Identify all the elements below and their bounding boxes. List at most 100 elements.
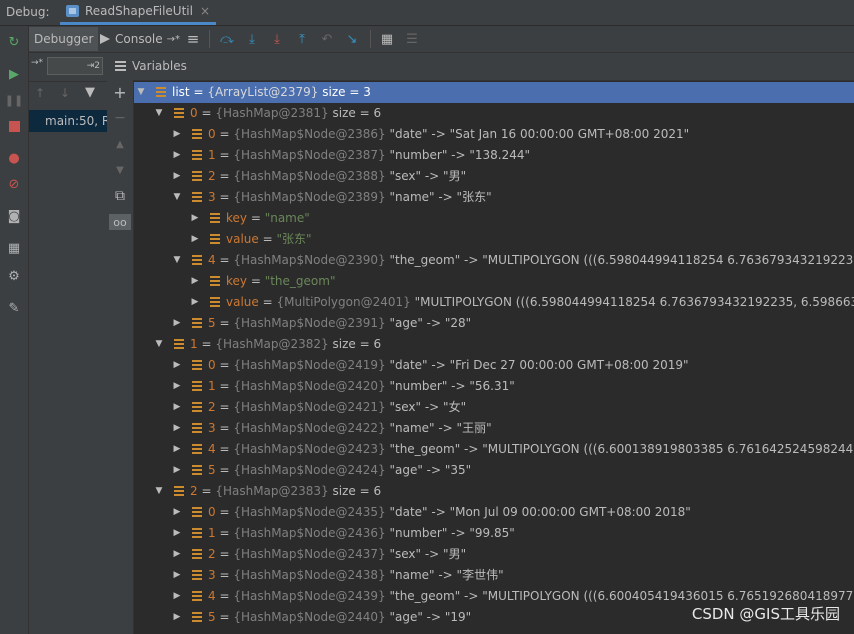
collapse-arrow-icon[interactable]: ▼	[172, 250, 182, 271]
rerun-icon[interactable]: ↻	[6, 34, 22, 50]
frame-item-main[interactable]: main:50, Re	[29, 110, 107, 132]
watches-glasses-icon[interactable]: oo	[109, 214, 131, 230]
expand-arrow-icon[interactable]: ▶	[172, 565, 182, 586]
show-execution-point-icon[interactable]: ≡	[185, 30, 201, 48]
expand-arrow-icon[interactable]: ▶	[172, 397, 182, 418]
equals-sign: =	[197, 106, 216, 120]
object-ref: {HashMap@2383}	[215, 484, 329, 498]
add-watch-icon[interactable]: +	[112, 83, 128, 102]
run-to-cursor-icon[interactable]: ↘	[344, 31, 360, 47]
step-out-icon[interactable]: ⤒	[294, 31, 310, 47]
tree-row[interactable]: ▶ 2 = {HashMap$Node@2437} "sex" -> "男"	[134, 544, 854, 565]
arrow-up-icon[interactable]: ↑	[35, 86, 45, 100]
collapse-arrow-icon[interactable]: ▼	[154, 103, 164, 124]
tree-row[interactable]: ▼ 4 = {HashMap$Node@2390} "the_geom" -> "…	[134, 250, 854, 271]
tree-row[interactable]: ▶ 5 = {HashMap$Node@2424} "age" -> "35"	[134, 460, 854, 481]
collapse-arrow-icon[interactable]: ▼	[154, 481, 164, 502]
stop-icon[interactable]	[6, 118, 22, 134]
string-value: "张东"	[276, 232, 312, 246]
step-into-icon[interactable]: ⤓	[244, 31, 260, 47]
tree-row[interactable]: ▶ 2 = {HashMap$Node@2388} "sex" -> "男"	[134, 166, 854, 187]
collapse-arrow-icon[interactable]: ▼	[136, 82, 146, 103]
value-text: "sex" -> "男"	[385, 547, 467, 561]
tree-row[interactable]: ▶ 1 = {HashMap$Node@2420} "number" -> "56…	[134, 376, 854, 397]
tab-read-shape-file-util[interactable]: ReadShapeFileUtil ×	[60, 0, 217, 25]
tab-console-label: Console	[115, 32, 163, 46]
filter-icon[interactable]: ▼	[85, 85, 95, 100]
tree-row[interactable]: ▶ 4 = {HashMap$Node@2423} "the_geom" -> "…	[134, 439, 854, 460]
expand-arrow-icon[interactable]: ▶	[172, 166, 182, 187]
step-over-icon[interactable]: ⤼	[219, 31, 235, 47]
pause-icon[interactable]: ❚❚	[5, 92, 23, 108]
tree-row[interactable]: ▼ 1 = {HashMap@2382} size = 6	[134, 334, 854, 355]
tree-row[interactable]: ▶ key = "name"	[134, 208, 854, 229]
expand-arrow-icon[interactable]: ▶	[190, 229, 200, 250]
expand-arrow-icon[interactable]: ▶	[172, 544, 182, 565]
expand-arrow-icon[interactable]: ▶	[172, 439, 182, 460]
tree-row[interactable]: ▼ 0 = {HashMap@2381} size = 6	[134, 103, 854, 124]
tab-title: ReadShapeFileUtil	[85, 4, 193, 18]
tree-row[interactable]: ▶ 0 = {HashMap$Node@2419} "date" -> "Fri …	[134, 355, 854, 376]
thread-combo[interactable]: ⇥2	[47, 57, 103, 75]
field-icon	[192, 402, 202, 413]
tree-row[interactable]: ▶ 1 = {HashMap$Node@2436} "number" -> "99…	[134, 523, 854, 544]
tree-row[interactable]: ▶ 2 = {HashMap$Node@2421} "sex" -> "女"	[134, 397, 854, 418]
drop-frame-icon[interactable]: ↶	[319, 31, 335, 47]
view-breakpoints-icon[interactable]: ●	[6, 150, 22, 166]
collapse-arrow-icon[interactable]: ▼	[172, 187, 182, 208]
copy-icon[interactable]: ⧉	[112, 188, 128, 204]
expand-arrow-icon[interactable]: ▶	[172, 145, 182, 166]
tree-row[interactable]: ▶ 0 = {HashMap$Node@2435} "date" -> "Mon …	[134, 502, 854, 523]
tree-row[interactable]: ▶ value = "张东"	[134, 229, 854, 250]
variables-side-toolbar: + − ▲ ▼ ⧉ oo	[107, 80, 134, 634]
tree-row-text: value = {MultiPolygon@2401} "MULTIPOLYGO…	[226, 292, 854, 313]
expand-arrow-icon[interactable]: ▶	[172, 502, 182, 523]
force-step-into-icon[interactable]: ⤓	[269, 31, 285, 47]
tree-row[interactable]: ▼ 2 = {HashMap@2383} size = 6	[134, 481, 854, 502]
expand-arrow-icon[interactable]: ▶	[172, 124, 182, 145]
pin-icon[interactable]: ✎	[6, 300, 22, 316]
tree-row[interactable]: ▶ 5 = {HashMap$Node@2391} "age" -> "28"	[134, 313, 854, 334]
tree-row[interactable]: ▶ 0 = {HashMap$Node@2386} "date" -> "Sat …	[134, 124, 854, 145]
tab-console[interactable]: Console →*	[95, 27, 185, 51]
tree-row[interactable]: ▶ 3 = {HashMap$Node@2438} "name" -> "李世伟"	[134, 565, 854, 586]
tab-debugger[interactable]: Debugger	[29, 27, 99, 51]
arrow-down-icon[interactable]: ↓	[60, 86, 70, 100]
layout-icon[interactable]: ▦	[6, 240, 22, 256]
tree-row[interactable]: ▶ 1 = {HashMap$Node@2387} "number" -> "13…	[134, 145, 854, 166]
tree-row-text: 5 = {HashMap$Node@2424} "age" -> "35"	[208, 460, 471, 481]
close-icon[interactable]: ×	[200, 4, 210, 18]
expand-arrow-icon[interactable]: ▶	[172, 376, 182, 397]
expand-arrow-icon[interactable]: ▶	[172, 418, 182, 439]
evaluate-expression-icon[interactable]: ▦	[379, 31, 395, 47]
remove-watch-icon[interactable]: −	[112, 110, 128, 126]
expand-arrow-icon[interactable]: ▶	[190, 208, 200, 229]
trace-icon[interactable]: ☰	[404, 31, 420, 47]
expand-arrow-icon[interactable]: ▶	[172, 355, 182, 376]
move-up-icon[interactable]: ▲	[112, 136, 128, 152]
tree-row[interactable]: ▼ 3 = {HashMap$Node@2389} "name" -> "张东"	[134, 187, 854, 208]
equals-sign: =	[197, 484, 216, 498]
tree-row[interactable]: ▶ 3 = {HashMap$Node@2422} "name" -> "王丽"	[134, 418, 854, 439]
expand-arrow-icon[interactable]: ▶	[172, 313, 182, 334]
field-icon	[210, 276, 220, 287]
collapse-arrow-icon[interactable]: ▼	[154, 334, 164, 355]
debug-left-toolbar: ↻ ▶ ❚❚ ● ⊘ ◙ ▦ ⚙ ✎	[0, 26, 29, 634]
tree-row[interactable]: ▶ key = "the_geom"	[134, 271, 854, 292]
gear-icon[interactable]: ⚙	[6, 268, 22, 284]
move-down-icon[interactable]: ▼	[112, 162, 128, 178]
var-name: 0	[208, 505, 216, 519]
resume-icon[interactable]: ▶	[6, 66, 22, 82]
expand-arrow-icon[interactable]: ▶	[172, 460, 182, 481]
equals-sign: =	[215, 127, 234, 141]
tree-row[interactable]: ▶ value = {MultiPolygon@2401} "MULTIPOLYG…	[134, 292, 854, 313]
expand-arrow-icon[interactable]: ▶	[172, 586, 182, 607]
tree-row[interactable]: ▼ list = {ArrayList@2379} size = 3	[134, 82, 854, 103]
expand-arrow-icon[interactable]: ▶	[172, 523, 182, 544]
camera-icon[interactable]: ◙	[6, 208, 22, 224]
expand-arrow-icon[interactable]: ▶	[172, 607, 182, 628]
mute-breakpoints-icon[interactable]: ⊘	[6, 176, 22, 192]
tree-row-text: key = "the_geom"	[226, 271, 335, 292]
expand-arrow-icon[interactable]: ▶	[190, 292, 200, 313]
expand-arrow-icon[interactable]: ▶	[190, 271, 200, 292]
